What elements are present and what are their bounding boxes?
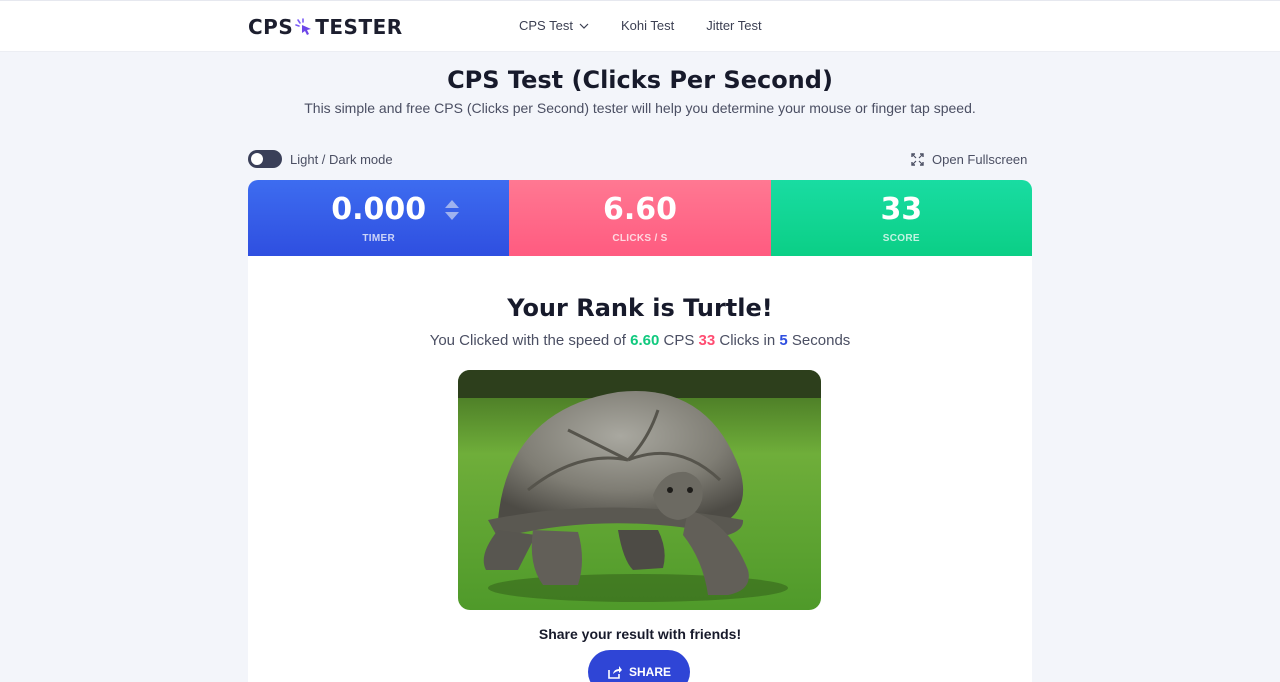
theme-toggle-label: Light / Dark mode [290,151,393,167]
rank-title: Your Rank is Turtle! [507,294,773,322]
stats-bar: 0.000 TIMER 6.60 CLICKS / S 33 SCORE [248,180,1032,256]
result-prefix: You Clicked with the speed of [429,332,626,349]
page-subtitle: This simple and free CPS (Clicks per Sec… [304,100,976,116]
timer-increase-icon[interactable] [445,200,459,208]
result-cps-unit: CPS [663,332,695,349]
open-fullscreen-button[interactable]: Open Fullscreen [911,152,1027,167]
nav-jitter-test[interactable]: Jitter Test [706,18,761,33]
site-logo[interactable]: CPS TESTER [248,15,403,39]
share-button-label: SHARE [628,665,671,679]
score-stat: 33 SCORE [770,180,1032,256]
share-icon [608,666,622,679]
main-nav: CPS Test Kohi Test Jitter Test [519,18,762,33]
nav-cps-test-label: CPS Test [519,18,573,33]
turtle-rank-image [458,370,821,610]
cursor-click-icon [295,18,312,35]
result-sentence: You Clicked with the speed of 6.60 CPS 3… [248,332,1032,349]
top-navigation-bar: CPS TESTER CPS Test Kohi Test Jitter Tes… [0,0,1280,52]
nav-cps-test[interactable]: CPS Test [519,18,589,33]
chevron-down-icon [579,23,589,29]
result-panel: Your Rank is Turtle! You Clicked with th… [248,256,1032,682]
score-value: 33 [880,191,923,227]
result-cps-value: 6.60 [630,332,660,349]
cps-label: CLICKS / S [612,232,668,244]
result-seconds-value: 5 [779,332,788,349]
nav-kohi-test[interactable]: Kohi Test [621,18,674,33]
timer-adjust-arrows[interactable] [445,200,459,220]
cps-stat: 6.60 CLICKS / S [509,180,771,256]
logo-text-right: TESTER [315,15,403,39]
expand-icon [911,153,924,166]
logo-text-left: CPS [248,15,294,39]
cps-value: 6.60 [602,191,677,227]
timer-label: TIMER [362,232,395,244]
timer-stat: 0.000 TIMER [248,180,510,256]
share-button[interactable]: SHARE [588,650,690,682]
timer-decrease-icon[interactable] [445,212,459,220]
result-clicks-value: 33 [698,332,716,349]
theme-toggle[interactable] [248,150,282,168]
score-label: SCORE [882,232,920,244]
result-clicks-mid: Clicks in [719,332,776,349]
result-seconds-unit: Seconds [791,332,851,349]
open-fullscreen-label: Open Fullscreen [932,152,1028,167]
timer-value: 0.000 [331,191,427,227]
toggle-knob [251,153,263,165]
share-title: Share your result with friends! [538,626,742,642]
page-title: CPS Test (Clicks Per Second) [447,66,833,94]
theme-toggle-row: Light / Dark mode [248,150,393,168]
